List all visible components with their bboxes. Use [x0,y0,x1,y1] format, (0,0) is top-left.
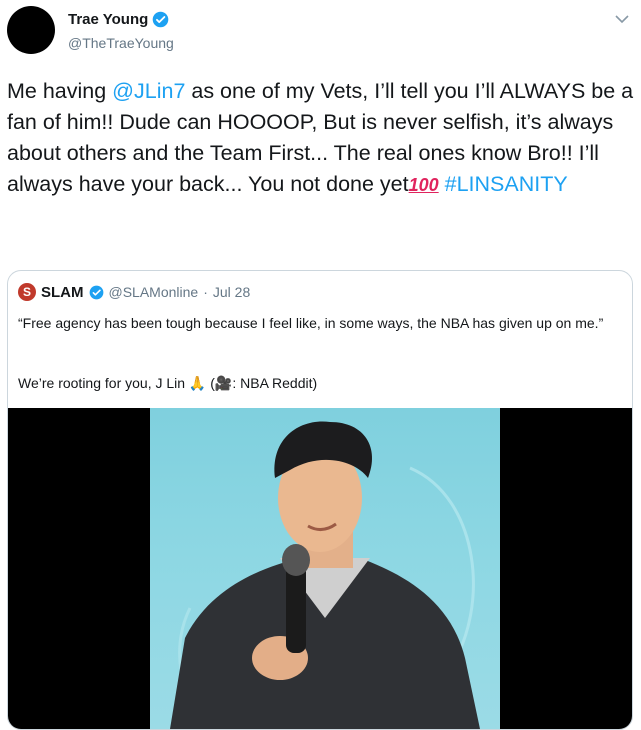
video-frame [150,408,500,729]
mention-link[interactable]: @JLin7 [112,79,185,103]
author-name[interactable]: Trae Young [68,11,148,28]
quoted-text: “Free agency has been tough because I fe… [18,315,604,331]
quoted-separator: · [203,284,208,300]
quoted-author-name[interactable]: SLAM [41,284,84,301]
tweet-card[interactable]: Trae Young @TheTraeYoung Me having @JLin… [0,0,641,730]
verified-icon [89,285,103,299]
author-handle[interactable]: @TheTraeYoung [68,35,174,51]
hashtag-link[interactable]: #LINSANITY [445,172,568,196]
quoted-header: S SLAM @SLAMonline · Jul 28 [18,283,250,301]
hundred-points-emoji: 100 [408,175,439,195]
author-name-row: Trae Young [68,11,169,28]
quoted-text-2: We’re rooting for you, J Lin 🙏 (🎥: NBA R… [18,375,318,391]
slam-logo-avatar[interactable]: S [18,283,36,301]
tweet-text: Me having @JLin7 as one of my Vets, I’ll… [7,76,637,201]
author-avatar[interactable] [7,6,55,54]
video-media[interactable] [8,408,632,729]
chevron-down-icon[interactable] [615,14,629,24]
verified-icon [153,11,169,28]
speaker-figure [170,421,480,729]
quoted-date[interactable]: Jul 28 [213,284,250,300]
quoted-handle[interactable]: @SLAMonline [109,284,199,300]
quoted-tweet[interactable]: S SLAM @SLAMonline · Jul 28 “Free agency… [7,270,633,730]
tweet-text-part1: Me having [7,79,113,103]
